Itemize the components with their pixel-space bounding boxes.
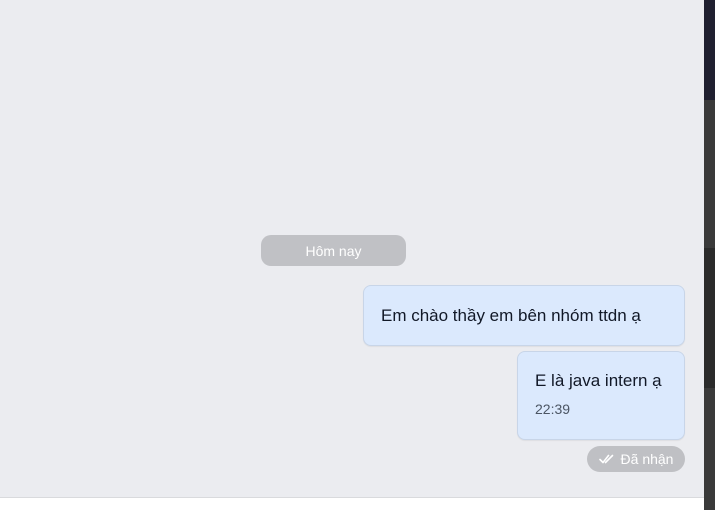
adjacent-window-panel	[704, 248, 715, 388]
message-timestamp: 22:39	[535, 401, 571, 417]
adjacent-window-edge	[704, 0, 715, 510]
date-divider: Hôm nay	[261, 235, 406, 266]
outgoing-message[interactable]: E là java intern ạ 22:39	[517, 351, 685, 440]
delivery-status-badge: Đã nhận	[587, 446, 685, 472]
message-composer-edge[interactable]	[0, 497, 704, 510]
adjacent-window-header	[704, 0, 715, 100]
delivery-status-label: Đã nhận	[620, 451, 674, 467]
message-text: Em chào thầy em bên nhóm ttdn ạ	[381, 305, 641, 325]
chat-message-area: Hôm nay Em chào thầy em bên nhóm ttdn ạ …	[0, 0, 704, 497]
outgoing-message[interactable]: Em chào thầy em bên nhóm ttdn ạ	[363, 285, 685, 346]
double-check-icon	[598, 453, 615, 465]
message-text: E là java intern ạ	[535, 371, 662, 390]
